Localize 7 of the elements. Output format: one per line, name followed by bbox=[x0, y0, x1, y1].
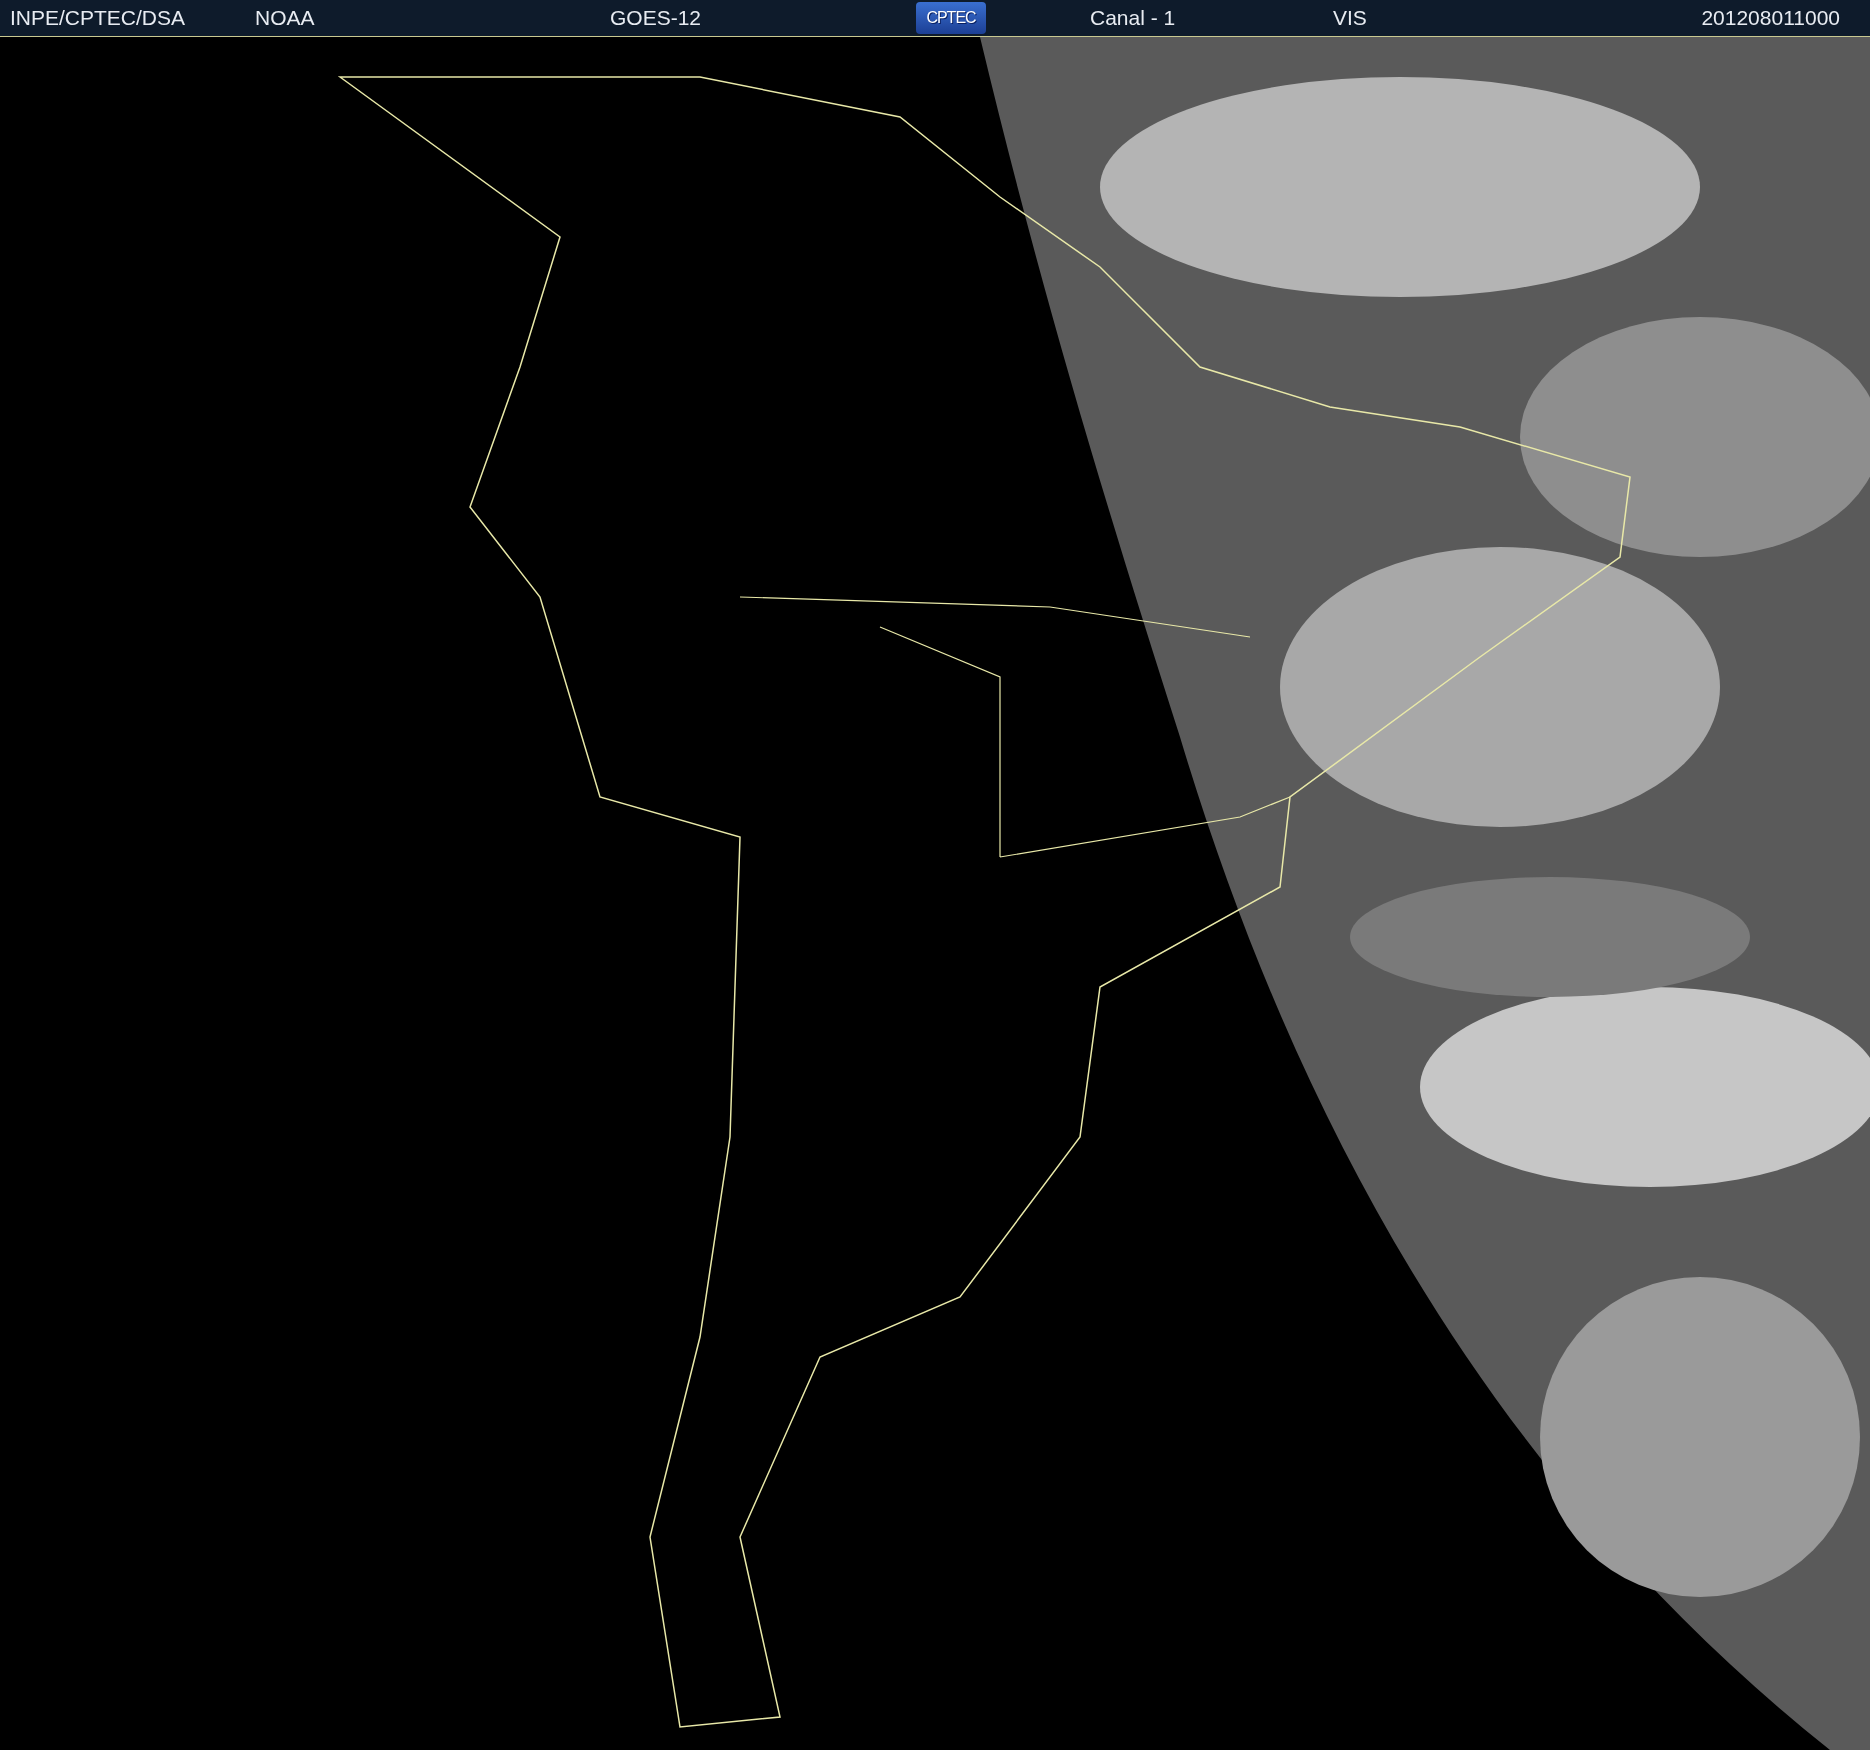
timestamp-label: 201208011000 bbox=[1700, 6, 1841, 30]
channel-label: Canal - 1 bbox=[1089, 6, 1177, 30]
satellite-label: GOES-12 bbox=[609, 6, 703, 30]
source-label: INPE/CPTEC/DSA bbox=[9, 6, 187, 30]
band-label: VIS bbox=[1332, 6, 1368, 30]
logo: CPTEC bbox=[916, 2, 986, 34]
agency-label: NOAA bbox=[254, 6, 316, 30]
